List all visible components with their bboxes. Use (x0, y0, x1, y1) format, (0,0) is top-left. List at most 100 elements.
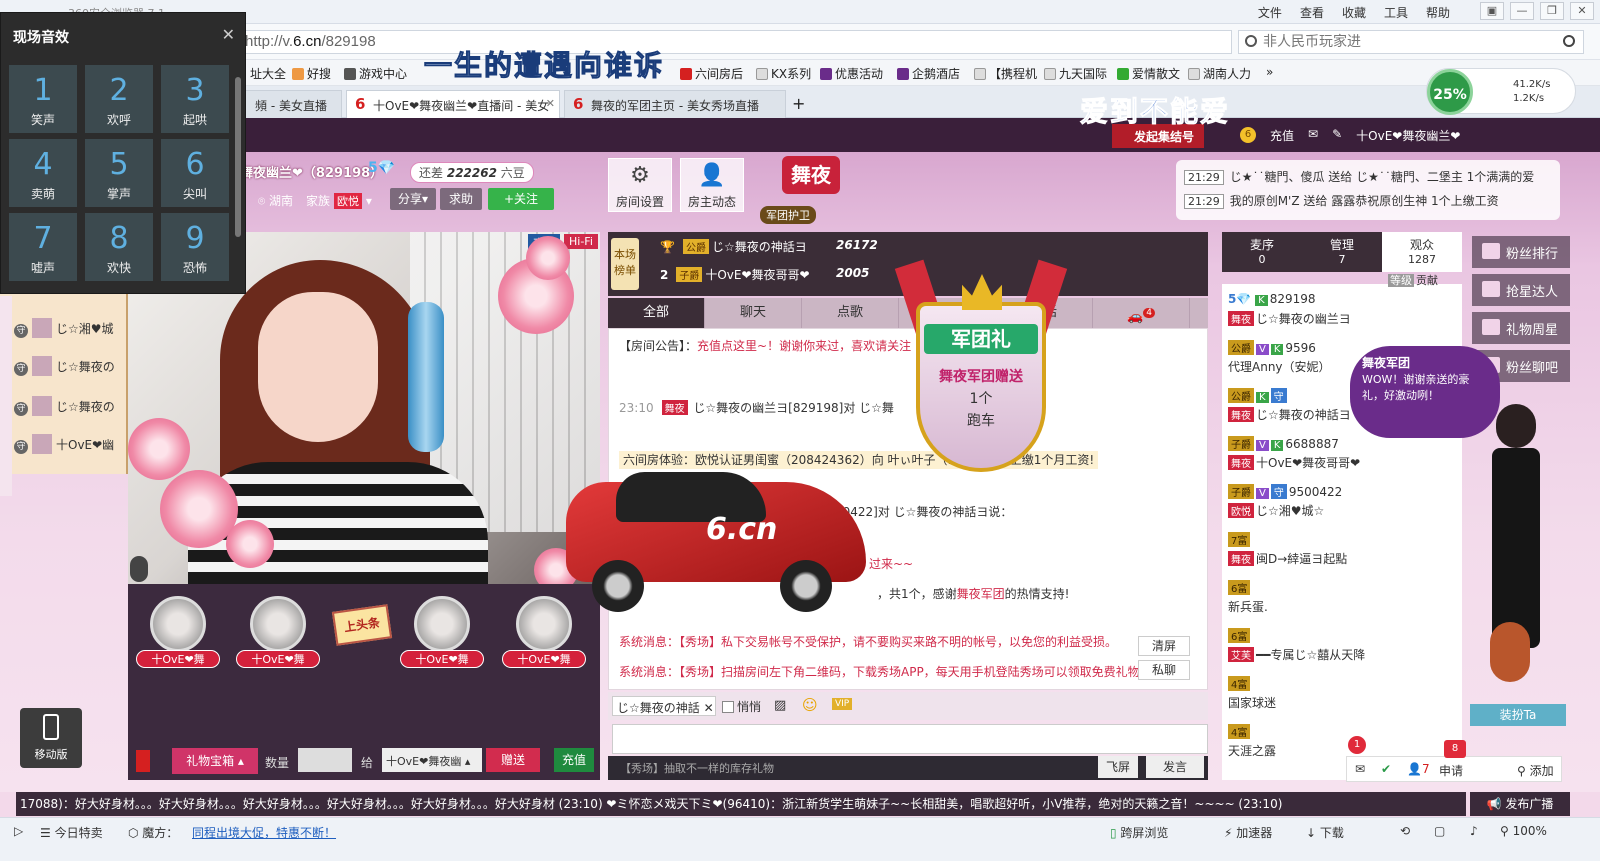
star-grab-button[interactable]: 抢星达人 (1472, 274, 1570, 306)
list-item[interactable]: 4富 (1228, 676, 1252, 691)
contribution-sort[interactable]: 等级 贡献 (1388, 272, 1438, 288)
footer-tip[interactable]: 【秀场】抽取不一样的库存礼物 (620, 760, 774, 776)
search-go-icon[interactable] (1563, 35, 1575, 47)
mobile-version-button[interactable]: 移动版 (20, 708, 82, 768)
share-button[interactable]: 分享▾ (390, 188, 436, 210)
promo-link[interactable]: 同程出境大促，特惠不断！ (192, 824, 336, 841)
sound-key[interactable]: 7 嘘声 (9, 213, 77, 281)
download-link[interactable]: ↓ 下载 (1306, 824, 1344, 841)
room-settings-button[interactable]: ⚙ 房间设置 (608, 158, 672, 212)
help-button[interactable]: 求助 (440, 188, 482, 210)
list-item[interactable]: 7富 (1228, 532, 1252, 547)
list-item[interactable]: 子爵 V K 6688887 (1228, 436, 1339, 451)
apply-link[interactable]: 申请 (1439, 762, 1463, 779)
sound-key[interactable]: 4 卖萌 (9, 139, 77, 207)
sound-key[interactable]: 3 起哄 (161, 65, 229, 133)
close-tab-icon[interactable]: ✕ (546, 97, 555, 110)
list-item[interactable]: 欧悦 じ☆湘♥城☆ (1228, 502, 1324, 519)
search-input[interactable]: 非人民币玩家进 (1238, 30, 1584, 54)
zoom-level[interactable]: ⚲ 100% (1500, 824, 1547, 838)
weekly-gift-button[interactable]: 礼物周星 (1472, 312, 1570, 344)
image-icon[interactable]: ▨ (774, 698, 786, 713)
send-gift-button[interactable]: 赠送 (486, 748, 540, 772)
list-item[interactable]: 舞夜 じ☆舞夜の幽兰ヨ (1228, 310, 1351, 327)
tab-audience[interactable]: 观众 1287 (1382, 232, 1462, 272)
left-edge-handle[interactable] (0, 296, 12, 496)
bookmark-item[interactable]: 企鹅酒店 (897, 65, 960, 82)
seat[interactable]: 十OvE❤舞 (236, 596, 320, 676)
list-item[interactable]: 公爵 V K 9596 (1228, 340, 1316, 355)
bookmark-item[interactable]: 六间房后 (680, 65, 743, 82)
recharge-button[interactable]: 充值 (554, 748, 594, 772)
mail-icon[interactable]: ✉ (1308, 127, 1318, 144)
list-item[interactable]: 子爵 V 守 9500422 (1228, 484, 1342, 499)
list-item[interactable]: 新兵蛋. (1228, 598, 1268, 615)
sound-key[interactable]: 8 欢快 (85, 213, 153, 281)
restore-icon[interactable]: ⟲ (1400, 824, 1410, 838)
sound-key[interactable]: 9 恐怖 (161, 213, 229, 281)
bookmark-item[interactable]: 九天国际 (1044, 65, 1107, 82)
seat[interactable]: 十OvE❤舞 (136, 596, 220, 676)
list-item[interactable]: 舞夜 十OvE❤舞夜哥哥❤ (1228, 454, 1360, 471)
broadcast-marquee[interactable]: 17088)：好大好身材。。。好大好身材。。。好大好身材。。。好大好身材。。。好… (16, 792, 1466, 816)
current-user[interactable]: 十OvE❤舞夜幽兰❤ (1356, 127, 1460, 144)
bookmark-item[interactable]: 址大全 (250, 65, 286, 82)
list-item[interactable]: 代理Anny（安妮） (1228, 358, 1331, 375)
chat-target-chip[interactable]: じ☆舞夜の神話 ✕ (612, 696, 716, 716)
edit-icon[interactable]: ✎ (1332, 127, 1342, 144)
list-item[interactable]: 5💎 K 829198 (1228, 292, 1316, 306)
maximize-button[interactable]: ❐ (1540, 2, 1564, 20)
tab-all[interactable]: 全部 (608, 298, 705, 328)
guard-item[interactable]: 守十OvE❤幽 (14, 434, 114, 458)
tab-item[interactable]: 6 舞夜的军团主页 - 美女秀场直播 (564, 90, 786, 118)
menu-view[interactable]: 查看 (1300, 4, 1324, 21)
chat-input[interactable] (612, 724, 1208, 754)
user-icon[interactable]: 👤7 (1407, 762, 1430, 776)
publish-broadcast-button[interactable]: 📢 发布广播 (1470, 792, 1570, 816)
list-item[interactable]: 舞夜 闽D→緈逼ヨ起點 (1228, 550, 1347, 567)
mail-icon[interactable]: ✉ (1355, 762, 1365, 776)
bookmark-item[interactable]: 优惠活动 (820, 65, 883, 82)
gift-box-button[interactable]: 礼物宝箱 ▴ (172, 748, 258, 774)
sidebar-toggle-icon[interactable]: ▷ (14, 824, 23, 838)
list-item[interactable]: 国家球迷 (1228, 694, 1276, 711)
cross-screen-link[interactable]: ▯ 跨屏浏览 (1110, 824, 1168, 841)
list-item[interactable]: 艾芙 ━━专属じ☆囍从天降 (1228, 646, 1365, 663)
scrollbar[interactable] (235, 77, 241, 237)
bookmark-item[interactable]: 好搜 (292, 65, 331, 82)
add-link[interactable]: ⚲ 添加 (1517, 762, 1554, 779)
list-item[interactable]: 6富 (1228, 580, 1252, 595)
menu-tools[interactable]: 工具 (1384, 4, 1408, 21)
menu-favorites[interactable]: 收藏 (1342, 4, 1366, 21)
follow-button[interactable]: +关注 (488, 188, 554, 210)
bookmark-item[interactable]: 湖南人力 (1188, 65, 1251, 82)
list-item[interactable]: 天涯之露 (1228, 742, 1276, 759)
sound-key[interactable]: 6 尖叫 (161, 139, 229, 207)
dress-up-button[interactable]: 装扮Ta (1470, 704, 1566, 726)
speed-widget[interactable]: 25% 41.2K/s 1.2K/s (1426, 68, 1576, 115)
recharge-link[interactable]: 充值 (1270, 127, 1294, 144)
sound-key[interactable]: 1 笑声 (9, 65, 77, 133)
minimize-button[interactable]: — (1510, 2, 1534, 20)
clear-screen-button[interactable]: 清屏 (1138, 636, 1190, 656)
sound-key[interactable]: 5 掌声 (85, 139, 153, 207)
recharge-notice-link[interactable]: 充值点这里~！谢谢你来过，喜欢请关注 (697, 339, 911, 353)
legion-logo[interactable]: 舞夜 (782, 156, 840, 194)
bookmark-item[interactable]: 爱情散文 (1117, 65, 1180, 82)
pin-icon[interactable]: ▣ (1480, 2, 1504, 20)
accelerator-link[interactable]: ⚡ 加速器 (1224, 824, 1272, 841)
bookmark-item[interactable]: KX系列 (756, 65, 811, 82)
guard-item[interactable]: 守じ☆湘♥城 (14, 318, 114, 342)
guard-item[interactable]: 守じ☆舞夜の (14, 356, 115, 380)
today-sale-link[interactable]: ☰ 今日特卖 (40, 824, 103, 841)
list-item[interactable]: 舞夜 じ☆舞夜の神話ヨ (1228, 406, 1351, 423)
list-item[interactable]: 6富 (1228, 628, 1252, 643)
emoji-icon[interactable]: ☺ (802, 696, 818, 714)
legion-guard-tag[interactable]: 军团护卫 (760, 206, 816, 224)
bookmark-item[interactable]: 【携程机 (974, 65, 1037, 82)
bookmarks-more[interactable]: » (1266, 65, 1273, 79)
check-icon[interactable]: ✔ (1381, 762, 1391, 776)
close-icon[interactable]: ✕ (222, 25, 235, 44)
fly-screen-button[interactable]: 飞屏 (1098, 756, 1138, 778)
private-chat-button[interactable]: 私聊 (1138, 660, 1190, 680)
